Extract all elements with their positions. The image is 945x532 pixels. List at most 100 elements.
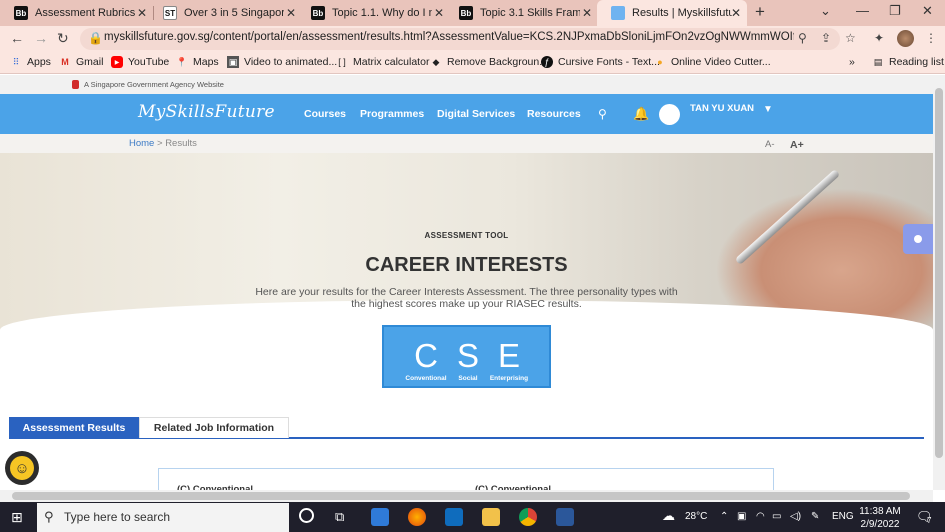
reading-list-icon: ▤ — [873, 56, 883, 67]
tray-display-icon[interactable]: ▣ — [737, 511, 746, 522]
merlion-icon — [72, 80, 79, 89]
nav-programmes[interactable]: Programmes — [360, 108, 424, 120]
minimize-icon[interactable]: — — [856, 3, 869, 18]
tab-title: Assessment Rubrics – 2022 — [35, 7, 135, 19]
youtube-icon: ▶ — [111, 56, 123, 68]
browser-tab[interactable]: Bb Topic 3.1 Skills Framewor ✕ — [445, 0, 598, 26]
layers-icon: ◆ — [432, 56, 440, 67]
user-menu-chevron-icon[interactable]: ▼ — [763, 104, 773, 115]
bookmark-maps[interactable]: 📍 Maps — [176, 56, 218, 68]
riasec-label: Enterprising — [489, 375, 529, 382]
chrome-icon[interactable] — [519, 508, 537, 526]
font-larger-button[interactable]: A+ — [790, 139, 804, 151]
hero-description: Here are your results for the Career Int… — [255, 286, 678, 310]
tab-title: Topic 1.1. Why do I need — [332, 7, 432, 19]
breadcrumb-current: Results — [165, 138, 197, 149]
new-tab-icon[interactable]: + — [755, 2, 765, 22]
tab-title: Topic 3.1 Skills Framewor — [480, 7, 580, 19]
blackboard-favicon-icon: Bb — [14, 6, 28, 20]
weather-cloud-icon[interactable]: ☁ — [662, 508, 675, 524]
browser-tab-active[interactable]: Results | Myskillsfuture.gc ✕ — [597, 0, 747, 26]
tab-title: Results | Myskillsfuture.gc — [632, 7, 732, 19]
bookmark-online-video-cutter[interactable]: ● Online Video Cutter... — [654, 56, 770, 68]
firefox-icon[interactable] — [408, 508, 426, 526]
clock-date: 2/9/2022 — [860, 519, 900, 530]
url-text[interactable]: myskillsfuture.gov.sg/content/portal/en/… — [104, 31, 794, 43]
outlook-icon[interactable] — [445, 508, 463, 526]
horizontal-scroll-thumb[interactable] — [12, 492, 910, 500]
nav-courses[interactable]: Courses — [304, 108, 346, 120]
tab-related-job-information[interactable]: Related Job Information — [139, 417, 289, 438]
bookmark-apps[interactable]: ⠿ Apps — [10, 56, 51, 68]
breadcrumb-separator: > — [156, 138, 163, 149]
breadcrumb-home[interactable]: Home — [129, 138, 154, 149]
close-tab-icon[interactable]: ✕ — [286, 6, 296, 20]
browser-tab[interactable]: Bb Assessment Rubrics – 2022 ✕ — [0, 0, 153, 26]
windows-start-icon[interactable]: ⊞ — [11, 509, 23, 526]
close-window-icon[interactable]: ✕ — [922, 3, 933, 19]
bookmark-gmail[interactable]: M Gmail — [59, 56, 103, 68]
feedback-button[interactable] — [903, 224, 933, 254]
word-icon[interactable] — [556, 508, 574, 526]
forward-arrow-icon[interactable]: → — [34, 30, 48, 46]
tray-chevron-icon[interactable]: ⌃ — [720, 511, 728, 522]
pen-icon[interactable]: ✎ — [811, 511, 819, 522]
reload-icon[interactable]: ↻ — [57, 30, 69, 47]
back-arrow-icon[interactable]: ← — [10, 30, 24, 46]
site-logo[interactable]: MySkillsFuture — [138, 102, 275, 122]
cursive-fonts-icon: ƒ — [541, 56, 553, 68]
share-icon[interactable]: ⇪ — [821, 31, 831, 45]
taskbar-search-input[interactable]: ⚲ Type here to search — [37, 503, 289, 532]
volume-icon[interactable]: ◁) — [790, 511, 801, 522]
bookmark-video-to-animated[interactable]: ▣ Video to animated... — [227, 56, 337, 68]
browser-tab[interactable]: Bb Topic 1.1. Why do I need ✕ — [297, 0, 450, 26]
extensions-puzzle-icon[interactable]: ✦ — [874, 31, 884, 45]
close-tab-icon[interactable]: ✕ — [434, 6, 444, 20]
riasec-letter: S — [456, 337, 479, 374]
microsoft-store-icon[interactable] — [371, 508, 389, 526]
task-view-icon[interactable]: ⧉ — [335, 509, 344, 525]
nav-resources[interactable]: Resources — [527, 108, 581, 120]
bookmark-cursive-fonts[interactable]: ƒ Cursive Fonts - Text... — [541, 56, 660, 68]
wifi-icon[interactable]: ◠ — [756, 511, 765, 522]
bookmark-star-icon[interactable]: ☆ — [845, 31, 856, 45]
browser-menu-icon[interactable]: ⋮ — [925, 31, 937, 45]
user-name[interactable]: TAN YU XUAN — [690, 103, 754, 114]
profile-avatar[interactable] — [897, 30, 914, 47]
close-tab-icon[interactable]: ✕ — [582, 6, 592, 20]
search-icon: ⚲ — [44, 509, 54, 524]
zoom-icon[interactable]: ⚲ — [798, 31, 807, 45]
apps-grid-icon: ⠿ — [12, 56, 20, 67]
close-tab-icon[interactable]: ✕ — [731, 6, 741, 20]
more-bookmarks-icon[interactable]: » — [849, 56, 855, 68]
bookmark-remove-background[interactable]: ◆ Remove Backgroun... — [430, 56, 548, 68]
font-smaller-button[interactable]: A- — [765, 139, 775, 150]
close-tab-icon[interactable]: ✕ — [137, 6, 147, 20]
notification-bell-icon[interactable]: 🔔 — [633, 106, 649, 122]
lock-icon[interactable]: 🔒 — [88, 31, 103, 45]
user-avatar-icon[interactable] — [659, 104, 680, 125]
search-placeholder: Type here to search — [64, 510, 171, 524]
clock-time: 11:38 AM — [859, 506, 901, 517]
reading-list[interactable]: ▤ Reading list — [872, 56, 944, 68]
tab-assessment-results[interactable]: Assessment Results — [9, 417, 139, 438]
cortana-icon[interactable] — [299, 508, 314, 523]
restore-icon[interactable]: ❐ — [889, 3, 901, 19]
temperature[interactable]: 28°C — [685, 511, 707, 522]
system-clock[interactable]: 11:38 AM 2/9/2022 — [850, 505, 910, 531]
battery-icon[interactable]: ▭ — [772, 511, 781, 522]
smiley-icon: ☺ — [10, 456, 34, 480]
browser-tab[interactable]: ST Over 3 in 5 Singapore em ✕ — [149, 0, 302, 26]
tab-search-chevron-icon[interactable]: ⌄ — [820, 3, 831, 19]
vertical-scroll-thumb[interactable] — [935, 88, 943, 458]
video-cutter-icon: ● — [657, 57, 663, 67]
riasec-letter: C — [414, 337, 438, 374]
search-icon[interactable]: ⚲ — [598, 107, 607, 121]
nav-digital-services[interactable]: Digital Services — [437, 108, 515, 120]
bookmark-matrix-calculator[interactable]: [ ] Matrix calculator — [336, 56, 429, 68]
file-explorer-icon[interactable] — [482, 508, 500, 526]
chat-assistant-button[interactable]: ☺ — [5, 451, 39, 485]
maps-pin-icon: 📍 — [176, 56, 188, 67]
bookmark-youtube[interactable]: ▶ YouTube — [111, 56, 169, 68]
gov-banner: A Singapore Government Agency Website — [0, 75, 933, 94]
